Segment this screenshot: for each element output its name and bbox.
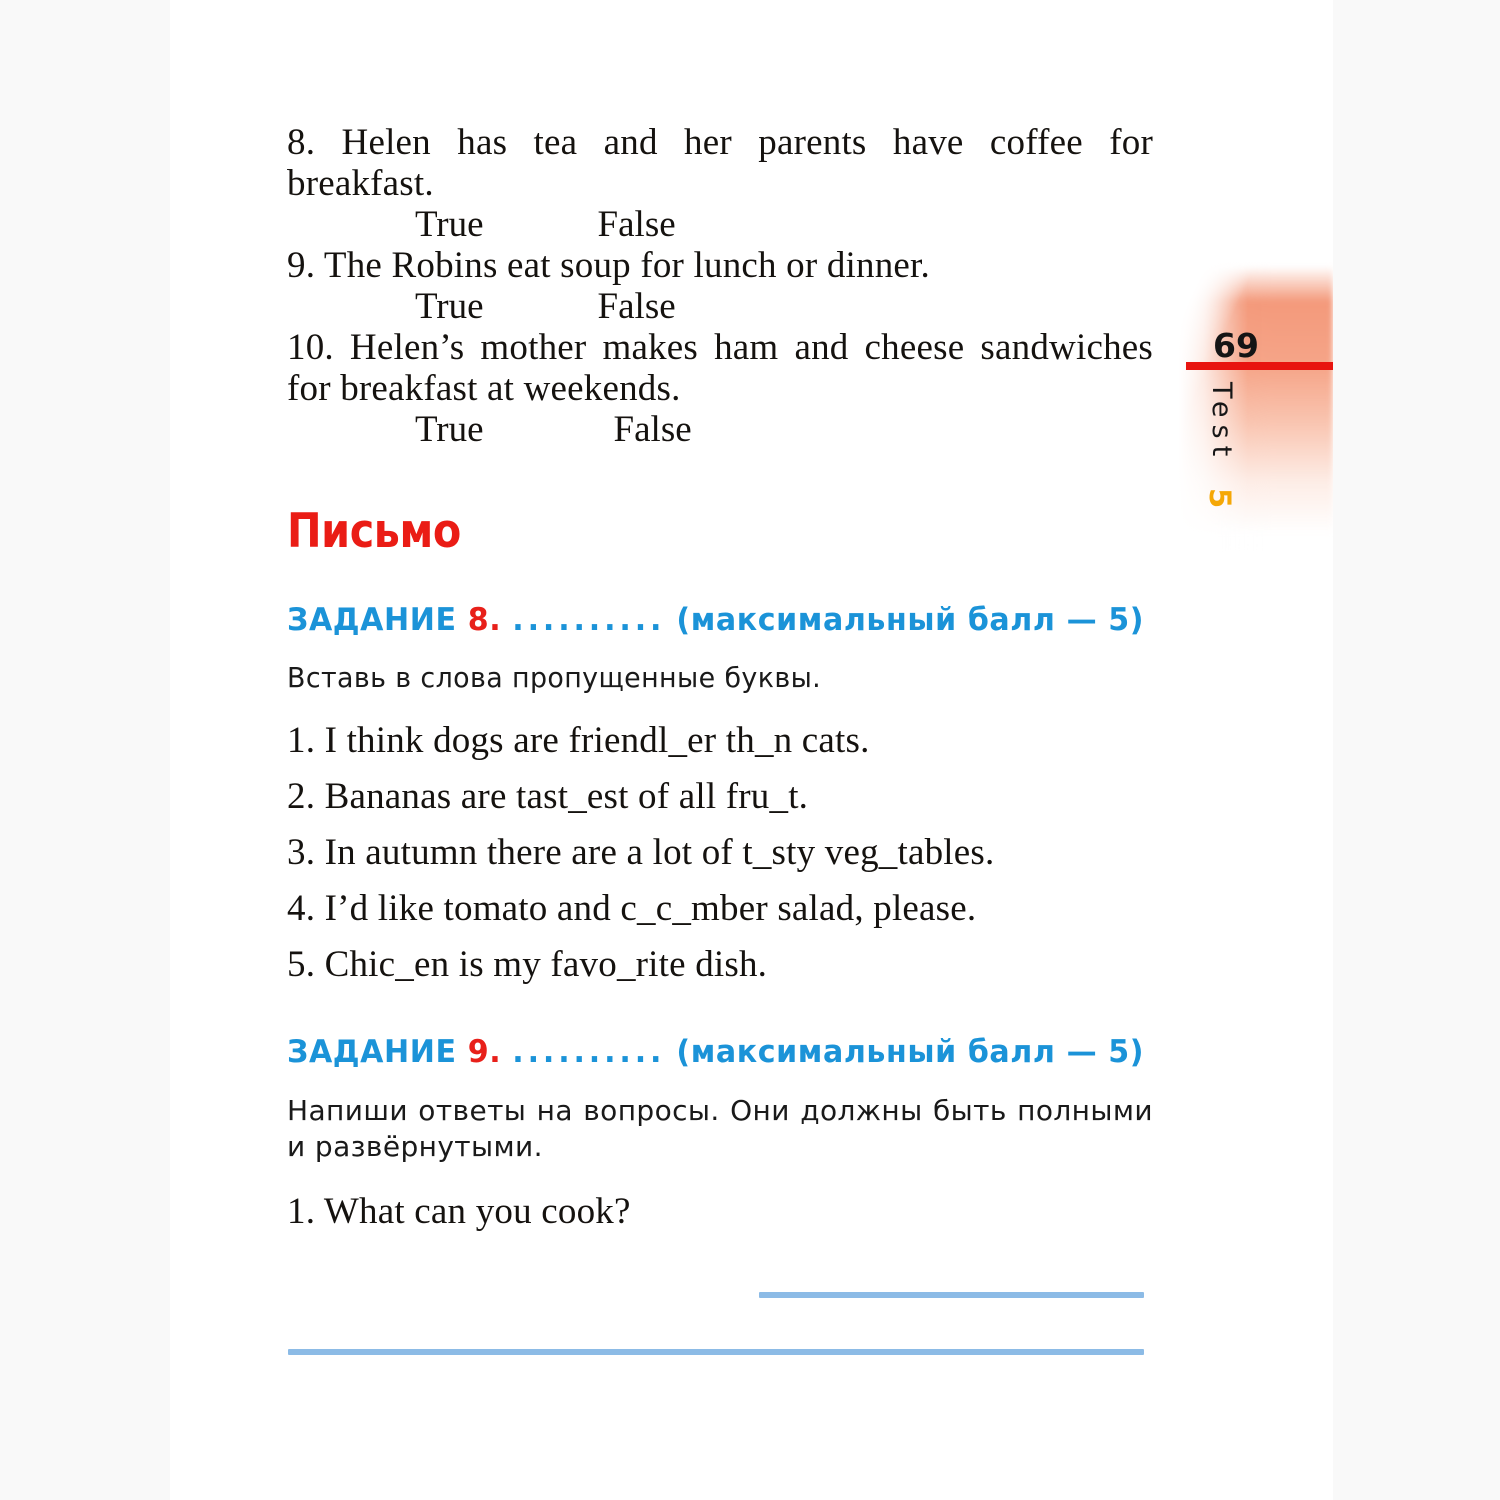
task-9-dots: .......... — [512, 1034, 666, 1070]
reading-item-9: 9. The Robins eat soup for lunch or dinn… — [287, 245, 930, 286]
reading-item-9-choices: True False — [287, 286, 1153, 327]
margin-tab-rule — [1186, 362, 1333, 370]
true-option[interactable]: True — [415, 409, 484, 450]
section-title-pismo: Письмо — [287, 504, 461, 559]
task-8-item-3: 3. In autumn there are a lot of t_sty ve… — [287, 832, 995, 873]
page-gutter-right — [1333, 0, 1500, 1500]
true-option[interactable]: True — [415, 204, 484, 245]
task-8-item-4: 4. I’d like tomato and c_c_mber salad, p… — [287, 888, 977, 929]
task-8-dots: .......... — [512, 602, 666, 638]
page-gutter-left — [0, 0, 170, 1500]
false-option[interactable]: False — [484, 286, 676, 327]
answer-line-1[interactable] — [759, 1292, 1144, 1298]
task-8-item-1: 1. I think dogs are friendl_er th_n cats… — [287, 720, 870, 761]
task-8-number: 8. — [467, 602, 502, 638]
task-9-heading: ЗАДАНИЕ 9. .......... (максимальный балл… — [287, 1034, 1144, 1070]
false-option[interactable]: False — [484, 409, 692, 450]
page-number: 69 — [1213, 326, 1259, 365]
task-8-label: ЗАДАНИЕ — [287, 602, 457, 638]
reading-item-8-choices: True False — [287, 204, 1153, 245]
task-9-score: (максимальный балл — 5) — [676, 1034, 1145, 1070]
task-8-item-5: 5. Chic_en is my favo_rite dish. — [287, 944, 768, 985]
task-9-number: 9. — [467, 1034, 502, 1070]
margin-tab-test-text: Test — [1206, 382, 1237, 464]
answer-line-2[interactable] — [288, 1349, 1144, 1355]
task-8-instruction: Вставь в слова пропущенные буквы. — [287, 661, 822, 694]
content-column: 8. Helen has tea and her parents have co… — [287, 0, 1153, 1232]
false-option[interactable]: False — [484, 204, 676, 245]
reading-item-10: 10. Helen’s mother makes ham and cheese … — [287, 327, 1163, 409]
task-8-item-2: 2. Bananas are tast_est of all fru_t. — [287, 776, 809, 817]
margin-tab-test-number-text: 5 — [1203, 488, 1237, 509]
task-8-heading: ЗАДАНИЕ 8. .......... (максимальный балл… — [287, 602, 1144, 638]
reading-item-8: 8. Helen has tea and her parents have co… — [287, 122, 1163, 204]
task-8-score: (максимальный балл — 5) — [676, 602, 1145, 638]
true-option[interactable]: True — [415, 286, 484, 327]
margin-tab-test-number: 5 — [1193, 488, 1283, 538]
reading-item-10-choices: True False — [287, 409, 1153, 450]
task-9-label: ЗАДАНИЕ — [287, 1034, 457, 1070]
task-9-instruction: Напиши ответы на вопросы. Они должны быт… — [287, 1094, 1163, 1163]
textbook-page: 69 Test 5 8. Helen has tea and her paren… — [0, 0, 1500, 1500]
task-9-question-1: 1. What can you cook? — [287, 1191, 631, 1232]
